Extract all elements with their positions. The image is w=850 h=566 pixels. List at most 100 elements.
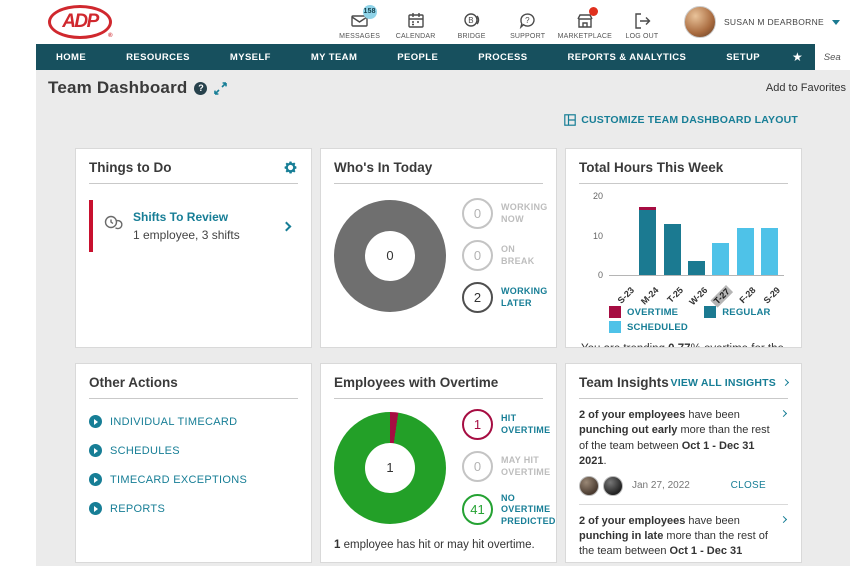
- view-all-insights-link[interactable]: VIEW ALL INSIGHTS: [671, 377, 789, 389]
- hit-overtime-count: 1: [462, 409, 493, 440]
- expand-icon[interactable]: [214, 82, 227, 95]
- things-to-do-title: Things to Do: [89, 160, 171, 175]
- arrow-bullet-icon: [89, 473, 102, 486]
- status-working-now: 0 WORKING NOW: [462, 198, 548, 229]
- messages-button[interactable]: MESSAGES 158: [334, 5, 386, 40]
- marketplace-label: MARKETPLACE: [558, 33, 612, 40]
- bar-segment-regular: [688, 261, 705, 275]
- calendar-button[interactable]: CALENDAR: [390, 5, 442, 40]
- view-all-insights-label: VIEW ALL INSIGHTS: [671, 377, 777, 389]
- nav-myself[interactable]: MYSELF: [210, 44, 291, 70]
- on-break-label: ON BREAK: [501, 244, 548, 267]
- overtime-donut-value: 1: [365, 443, 415, 493]
- y-tick-0: 0: [583, 270, 603, 280]
- top-header: ADP ® MESSAGES 158 CALENDAR B BRIDGE ? S…: [0, 0, 850, 44]
- adp-logo-text: ADP: [62, 11, 98, 33]
- todo-item-shifts-to-review[interactable]: Shifts To Review 1 employee, 3 shifts: [89, 200, 298, 252]
- x-tick-M-24: M-24: [639, 285, 661, 307]
- bar-chart-legend: OVERTIME REGULAR SCHEDULED: [609, 306, 802, 333]
- legend-swatch: [609, 321, 621, 333]
- chevron-right-icon[interactable]: [282, 221, 292, 231]
- working-later-count: 2: [462, 282, 493, 313]
- insight-meta: Jan 27, 2022 CLOSE: [579, 476, 788, 496]
- nav-home[interactable]: HOME: [36, 44, 106, 70]
- search-input[interactable]: [824, 52, 841, 63]
- nav-process[interactable]: PROCESS: [458, 44, 547, 70]
- legend-swatch: [609, 306, 621, 318]
- logout-icon: [632, 11, 652, 31]
- status-may-hit-overtime: 0 MAY HIT OVERTIME: [462, 451, 556, 482]
- user-avatar: [684, 6, 716, 38]
- todo-item-title: Shifts To Review: [133, 210, 240, 224]
- svg-text:?: ?: [525, 16, 530, 25]
- nav-setup[interactable]: SETUP: [706, 44, 780, 70]
- bar-chart-x-axis: S-23M-24T-25W-26T-27F-28S-29: [609, 276, 784, 302]
- support-label: SUPPORT: [510, 33, 545, 40]
- search-box: [815, 44, 850, 70]
- dashboard-cards: Things to Do Shifts To Review 1 employee…: [75, 148, 802, 563]
- bridge-button[interactable]: B BRIDGE: [446, 5, 498, 40]
- legend-regular: REGULAR: [704, 306, 770, 318]
- user-name: SUSAN M DEARBORNE: [724, 17, 824, 27]
- todo-text: Shifts To Review 1 employee, 3 shifts: [133, 210, 240, 242]
- working-now-label: WORKING NOW: [501, 202, 548, 225]
- whos-in-donut-value: 0: [365, 231, 415, 281]
- whos-in-body: 0 0 WORKING NOW 0 ON BREAK 2 WORKING LAT…: [334, 198, 543, 313]
- total-hours-title: Total Hours This Week: [579, 160, 723, 175]
- whos-in-header: Who's In Today: [334, 160, 543, 184]
- nav-people[interactable]: PEOPLE: [377, 44, 458, 70]
- logout-button[interactable]: LOG OUT: [616, 5, 668, 40]
- no-overtime-label: NO OVERTIME PREDICTED: [501, 493, 556, 527]
- marketplace-button[interactable]: MARKETPLACE: [558, 5, 612, 40]
- customize-layout-label: CUSTOMIZE TEAM DASHBOARD LAYOUT: [581, 114, 798, 126]
- messages-label: MESSAGES: [339, 33, 380, 40]
- timecard-exceptions-label: TIMECARD EXCEPTIONS: [110, 474, 247, 486]
- team-insights-header: Team Insights VIEW ALL INSIGHTS: [579, 375, 788, 399]
- overtime-title: Employees with Overtime: [334, 375, 498, 390]
- insight-punching-in-late: 2 of your employees have been punching i…: [579, 504, 788, 563]
- favorites-star-icon[interactable]: ★: [780, 44, 815, 70]
- nav-resources[interactable]: RESOURCES: [106, 44, 210, 70]
- overtime-donut-chart: 1: [334, 412, 446, 524]
- other-actions-title: Other Actions: [89, 375, 178, 390]
- bar-chart-plot: 01020: [609, 196, 784, 276]
- insight-punching-out-early: 2 of your employees have been punching o…: [579, 399, 788, 504]
- x-tick-T-27: T-27: [711, 285, 734, 308]
- link-schedules[interactable]: SCHEDULES: [89, 444, 298, 457]
- support-button[interactable]: ? SUPPORT: [502, 5, 554, 40]
- bar-M-24: [639, 196, 656, 275]
- link-individual-timecard[interactable]: INDIVIDUAL TIMECARD: [89, 415, 298, 428]
- reports-label: REPORTS: [110, 503, 165, 515]
- user-menu[interactable]: SUSAN M DEARBORNE: [668, 6, 850, 38]
- x-tick-W-26: W-26: [687, 285, 709, 307]
- insight-close-link[interactable]: CLOSE: [731, 480, 766, 491]
- legend-overtime: OVERTIME: [609, 306, 678, 318]
- add-to-favorites-link[interactable]: Add to Favorites: [766, 82, 846, 94]
- card-team-insights: Team Insights VIEW ALL INSIGHTS 2 of you…: [565, 363, 802, 563]
- x-tick-S-29: S-29: [762, 285, 783, 306]
- working-later-label: WORKING LATER: [501, 286, 548, 309]
- nav-my-team[interactable]: MY TEAM: [291, 44, 377, 70]
- page-content: Team Dashboard ? Add to Favorites CUSTOM…: [36, 70, 850, 566]
- customize-layout-link[interactable]: CUSTOMIZE TEAM DASHBOARD LAYOUT: [564, 114, 798, 126]
- link-timecard-exceptions[interactable]: TIMECARD EXCEPTIONS: [89, 473, 298, 486]
- y-tick-20: 20: [583, 191, 603, 201]
- nav-reports-analytics[interactable]: REPORTS & ANALYTICS: [547, 44, 706, 70]
- status-no-overtime: 41 NO OVERTIME PREDICTED: [462, 493, 556, 527]
- overtime-footnote: 1 employee has hit or may hit overtime.: [334, 539, 543, 551]
- bridge-icon: B: [462, 11, 482, 31]
- chevron-down-icon: [832, 20, 840, 25]
- on-break-count: 0: [462, 240, 493, 271]
- gear-icon[interactable]: [283, 160, 298, 175]
- shifts-clock-icon: [103, 214, 123, 239]
- legend-scheduled: SCHEDULED: [609, 321, 688, 333]
- individual-timecard-label: INDIVIDUAL TIMECARD: [110, 416, 237, 428]
- other-actions-header: Other Actions: [89, 375, 298, 399]
- card-employees-overtime: Employees with Overtime 1 1 HIT OVERTIME…: [320, 363, 557, 563]
- help-icon[interactable]: ?: [194, 82, 207, 95]
- page-title: Team Dashboard: [48, 78, 187, 98]
- link-reports[interactable]: REPORTS: [89, 502, 298, 515]
- support-icon: ?: [518, 11, 538, 31]
- team-insights-title: Team Insights: [579, 375, 669, 390]
- may-hit-overtime-count: 0: [462, 451, 493, 482]
